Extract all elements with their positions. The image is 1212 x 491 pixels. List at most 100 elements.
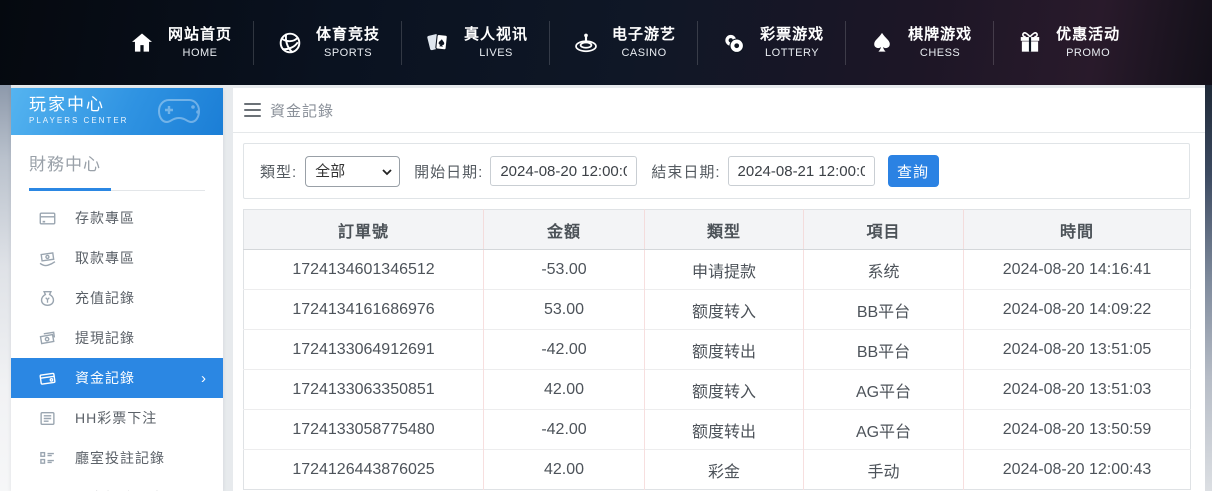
top-nav: 网站首页 HOME 体育竞技 SPORTS [0,0,1212,85]
cell-item: BB平台 [804,330,964,370]
nav-sublabel: HOME [183,46,218,60]
cell-amount: -42.00 [484,410,645,450]
playing-cards-icon [423,28,453,58]
cell-type: 彩金 [645,450,804,490]
cell-order-no: 1724126443876025 [244,450,484,490]
cell-type: 额度转入 [645,370,804,410]
sidebar-item-label: 廳室投註記錄 [75,448,165,468]
nav-item-lottery[interactable]: 彩票游戏 LOTTERY [697,21,845,65]
sidebar-item-hh-lottery-bets[interactable]: HH彩票下注 [11,398,223,438]
cell-amount: 42.00 [484,370,645,410]
nav-sublabel: LIVES [479,46,513,60]
nav-sublabel: SPORTS [324,46,372,60]
cell-time: 2024-08-20 12:00:43 [964,450,1191,490]
nav-sublabel: CASINO [621,46,666,60]
sidebar: 玩家中心 PLAYERS CENTER 財務中心 [11,88,223,491]
gift-icon [1015,28,1045,58]
cell-order-no: 1724134601346512 [244,250,484,290]
sidebar-item-label: 資金記錄 [75,368,135,388]
cell-type: 申请提款 [645,250,804,290]
page-title: 資金記錄 [270,100,334,121]
nav-item-chess[interactable]: 棋牌游戏 CHESS [845,21,993,65]
right-gutter [1205,85,1212,491]
cell-type: 额度转出 [645,410,804,450]
cell-item: 系统 [804,250,964,290]
sidebar-item-player-bet-report[interactable]: 玩家投注報表 [11,478,223,491]
sidebar-section-title: 財務中心 [29,150,205,175]
table-row: 1724133064912691 -42.00 额度转出 BB平台 2024-0… [244,330,1191,370]
nav-item-sports[interactable]: 体育竞技 SPORTS [253,21,401,65]
cell-time: 2024-08-20 13:50:59 [964,410,1191,450]
lottery-balls-icon [719,28,749,58]
nav-item-casino[interactable]: 电子游艺 CASINO [549,21,697,65]
spade-icon [867,28,897,58]
nav-item-lives[interactable]: 真人视讯 LIVES [401,21,549,65]
banknotes-icon [39,330,56,347]
checklist-icon [39,450,56,467]
cell-order-no: 1724133058775480 [244,410,484,450]
sidebar-item-cashout[interactable]: 提現記錄 [11,318,223,358]
type-select[interactable]: 全部 [305,156,400,187]
nav-label: 真人视讯 [464,26,528,44]
left-gutter [0,85,11,491]
funds-record-table: 訂單號 金額 類型 項目 時間 1724134601346512 -53.00 … [243,209,1191,490]
nav-label: 体育竞技 [316,26,380,44]
sports-ball-icon [275,28,305,58]
sidebar-item-withdraw[interactable]: 取款專區 [11,238,223,278]
sidebar-item-label: 取款專區 [75,248,135,268]
cell-item: AG平台 [804,410,964,450]
sidebar-item-funds[interactable]: 資金記錄 › [11,358,223,398]
nav-sublabel: LOTTERY [765,46,819,60]
nav-sublabel: CHESS [920,46,960,60]
start-date-input[interactable] [490,156,637,186]
type-label: 類型: [260,161,297,182]
sidebar-menu: 存款專區 取款專區 充值記錄 [11,198,223,491]
table-row: 1724133058775480 -42.00 额度转出 AG平台 2024-0… [244,410,1191,450]
chevron-right-icon: › [201,371,207,386]
sidebar-item-label: HH彩票下注 [75,408,157,428]
col-header-time: 時間 [964,210,1191,250]
cell-time: 2024-08-20 14:16:41 [964,250,1191,290]
nav-label: 优惠活动 [1056,26,1120,44]
cell-item: 手动 [804,450,964,490]
cell-time: 2024-08-20 13:51:03 [964,370,1191,410]
sidebar-item-room-bet-records[interactable]: 廳室投註記錄 [11,438,223,478]
filter-bar: 類型: 全部 開始日期: 結束日期: 查詢 [243,143,1190,199]
sidebar-header: 玩家中心 PLAYERS CENTER [11,88,223,135]
menu-icon[interactable] [244,103,261,117]
cell-item: AG平台 [804,370,964,410]
nav-label: 棋牌游戏 [908,26,972,44]
nav-label: 电子游艺 [612,26,676,44]
cell-amount: 42.00 [484,450,645,490]
main-content: 資金記錄 類型: 全部 開始日期: 結束日期: 查詢 訂單號 [233,88,1205,491]
home-icon [127,28,157,58]
withdraw-icon [39,250,56,267]
query-button[interactable]: 查詢 [888,155,939,187]
nav-item-promo[interactable]: 优惠活动 PROMO [993,21,1141,65]
sidebar-item-deposit[interactable]: 存款專區 [11,198,223,238]
cell-order-no: 1724133063350851 [244,370,484,410]
end-date-input[interactable] [728,156,875,186]
moneybag-icon [39,290,56,307]
table-header-row: 訂單號 金額 類型 項目 時間 [244,210,1191,250]
sidebar-item-label: 存款專區 [75,208,135,228]
cell-amount: -42.00 [484,330,645,370]
nav-item-home[interactable]: 网站首页 HOME [106,21,253,65]
section-divider [29,188,205,191]
start-date-label: 開始日期: [414,161,483,182]
col-header-amount: 金額 [484,210,645,250]
col-header-order-no: 訂單號 [244,210,484,250]
cell-order-no: 1724134161686976 [244,290,484,330]
nav-label: 网站首页 [168,26,232,44]
nav-label: 彩票游戏 [760,26,824,44]
cell-type: 额度转出 [645,330,804,370]
cell-time: 2024-08-20 13:51:05 [964,330,1191,370]
col-header-type: 類型 [645,210,804,250]
sidebar-item-recharge[interactable]: 充值記錄 [11,278,223,318]
cell-order-no: 1724133064912691 [244,330,484,370]
table-row: 1724134161686976 53.00 额度转入 BB平台 2024-08… [244,290,1191,330]
sidebar-item-label: 提現記錄 [75,328,135,348]
roulette-icon [571,28,601,58]
cell-amount: -53.00 [484,250,645,290]
end-date-label: 結束日期: [651,161,720,182]
